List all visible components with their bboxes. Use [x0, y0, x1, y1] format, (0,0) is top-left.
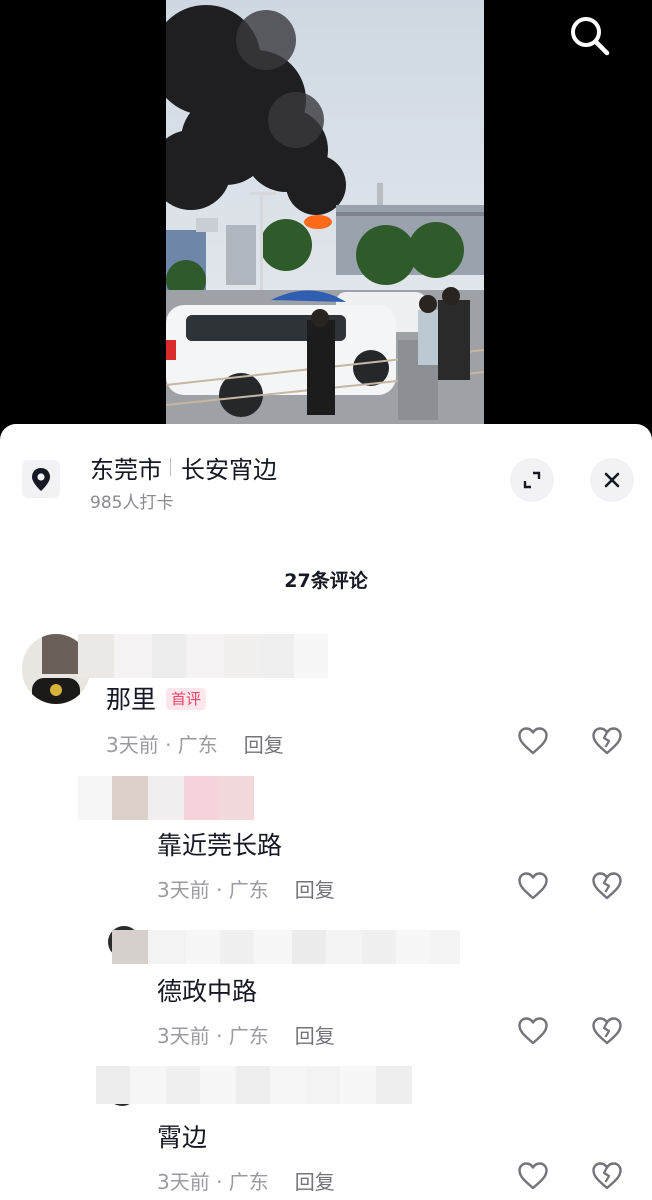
- username-blurred[interactable]: [78, 634, 328, 678]
- location-title[interactable]: 东莞市 长安宵边: [90, 450, 277, 484]
- comment-time-location: 3天前 · 广东: [157, 878, 269, 902]
- comment-body: 德政中路: [157, 977, 258, 1006]
- video-frame[interactable]: [166, 0, 484, 430]
- username-blurred[interactable]: [96, 1066, 412, 1104]
- username-blurred[interactable]: [78, 776, 254, 820]
- location-pin-icon: [22, 460, 60, 498]
- comment-meta: 3天前 · 广东 回复: [106, 729, 284, 758]
- comment-body: 那里: [106, 685, 157, 714]
- reply-button[interactable]: 回复: [244, 733, 284, 757]
- comment-body: 靠近莞长路: [157, 831, 283, 860]
- video-player[interactable]: [0, 0, 652, 440]
- like-heart-icon[interactable]: [516, 724, 550, 758]
- dislike-broken-heart-icon[interactable]: [590, 1014, 624, 1048]
- comment-body: 霄边: [157, 1123, 208, 1152]
- dislike-broken-heart-icon[interactable]: [590, 1159, 624, 1193]
- location-place: 长安宵边: [181, 455, 277, 484]
- like-heart-icon[interactable]: [516, 869, 550, 903]
- comment-time-location: 3天前 · 广东: [106, 733, 218, 757]
- comments-count-title: 27条评论: [284, 570, 368, 592]
- fire-scene-image: [166, 0, 484, 430]
- dislike-broken-heart-icon[interactable]: [590, 724, 624, 758]
- like-heart-icon[interactable]: [516, 1159, 550, 1193]
- comment-time-location: 3天前 · 广东: [157, 1170, 269, 1194]
- dislike-broken-heart-icon[interactable]: [590, 869, 624, 903]
- location-checkins: 985人打卡: [90, 493, 174, 513]
- reply-button[interactable]: 回复: [295, 1024, 335, 1048]
- location-separator: [170, 458, 171, 476]
- close-icon: [604, 472, 620, 488]
- comment-text: 那里 首评: [106, 680, 207, 716]
- expand-icon: [523, 471, 541, 489]
- comment-meta: 3天前 · 广东 回复: [157, 874, 335, 903]
- expand-button[interactable]: [510, 458, 554, 502]
- comment-meta: 3天前 · 广东 回复: [157, 1166, 335, 1195]
- like-heart-icon[interactable]: [516, 1014, 550, 1048]
- comment-sheet: 东莞市 长安宵边 985人打卡 27条评论 那里 首评 3天前 · 广东 回复 …: [0, 424, 652, 1200]
- search-icon: [571, 17, 610, 56]
- comment-time-location: 3天前 · 广东: [157, 1024, 269, 1048]
- close-button[interactable]: [590, 458, 634, 502]
- reply-button[interactable]: 回复: [295, 878, 335, 902]
- reply-button[interactable]: 回复: [295, 1170, 335, 1194]
- comment-meta: 3天前 · 广东 回复: [157, 1020, 335, 1049]
- location-city: 东莞市: [90, 455, 162, 484]
- search-button[interactable]: [566, 12, 612, 58]
- username-blurred[interactable]: [112, 930, 460, 964]
- first-comment-badge: 首评: [166, 688, 207, 710]
